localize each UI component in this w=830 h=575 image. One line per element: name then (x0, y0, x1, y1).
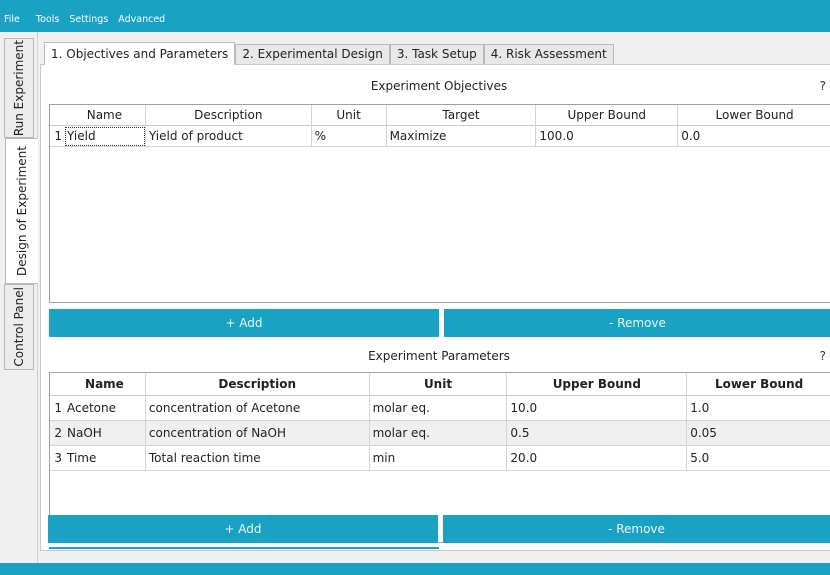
side-tab-control-panel[interactable]: Control Panel (4, 284, 34, 370)
cell-upper-bound[interactable]: 100.0 (536, 126, 679, 147)
table-row[interactable]: 1 Yield Yield of product % Maximize 100.… (50, 126, 830, 147)
cell-unit[interactable]: % (311, 126, 387, 147)
cell-lower-bound[interactable]: 1.0 (687, 396, 830, 421)
menu-tools[interactable]: Tools (36, 14, 59, 25)
cell-description[interactable]: Total reaction time (145, 446, 370, 471)
col-unit[interactable]: Unit (311, 105, 387, 126)
objectives-header-row: Name Description Unit Target Upper Bound… (50, 105, 830, 126)
col-name[interactable]: Name (63, 105, 146, 126)
menu-bar: File Tools Settings Advanced (0, 0, 830, 32)
row-number[interactable]: 3 (50, 446, 64, 471)
cell-upper-bound[interactable]: 0.5 (507, 421, 688, 446)
col-unit[interactable]: Unit (369, 373, 508, 396)
cell-unit[interactable]: molar eq. (369, 396, 508, 421)
objectives-help-icon[interactable]: ? (820, 79, 826, 93)
cell-name[interactable]: Time (63, 446, 146, 471)
cell-lower-bound[interactable]: 0.0 (678, 126, 830, 147)
cell-name[interactable]: Yield (63, 126, 146, 147)
table-row[interactable]: 1 Acetone concentration of Acetone molar… (50, 396, 830, 421)
menu-settings[interactable]: Settings (69, 14, 108, 25)
objectives-title: Experiment Objectives (370, 79, 508, 93)
cell-unit[interactable]: min (369, 446, 508, 471)
side-tab-label: Run Experiment (12, 39, 26, 137)
status-bar (0, 563, 830, 575)
tab-page: Experiment Objectives ? Name Description… (40, 64, 830, 551)
parameters-remove-button[interactable]: - Remove (443, 515, 830, 543)
cell-name[interactable]: Acetone (63, 396, 146, 421)
side-tab-run-experiment[interactable]: Run Experiment (4, 38, 34, 138)
menu-advanced[interactable]: Advanced (118, 14, 165, 25)
col-upper-bound[interactable]: Upper Bound (507, 373, 688, 396)
cell-lower-bound[interactable]: 5.0 (687, 446, 830, 471)
side-tab-label: Control Panel (12, 287, 26, 367)
side-tab-design-of-experiment[interactable]: Design of Experiment (5, 138, 38, 284)
tab-experimental-design[interactable]: 2. Experimental Design (235, 44, 390, 64)
spacer (49, 547, 439, 549)
col-name[interactable]: Name (63, 373, 146, 396)
col-lower-bound[interactable]: Lower Bound (687, 373, 830, 396)
side-tab-label: Design of Experiment (14, 146, 29, 276)
table-row[interactable]: 3 Time Total reaction time min 20.0 5.0 (50, 446, 830, 471)
cell-description[interactable]: concentration of Acetone (145, 396, 370, 421)
row-number[interactable]: 1 (50, 396, 64, 421)
col-target[interactable]: Target (386, 105, 537, 126)
menu-file[interactable]: File (4, 14, 20, 25)
parameters-title: Experiment Parameters (368, 349, 510, 363)
col-description[interactable]: Description (145, 105, 312, 126)
col-upper-bound[interactable]: Upper Bound (536, 105, 679, 126)
side-tab-bar: Run Experiment Design of Experiment Cont… (0, 32, 38, 563)
row-number[interactable]: 2 (50, 421, 64, 446)
col-description[interactable]: Description (145, 373, 370, 396)
tab-objectives-and-parameters[interactable]: 1. Objectives and Parameters (44, 42, 236, 65)
table-row-selected[interactable]: 2 NaOH concentration of NaOH molar eq. 0… (50, 421, 830, 446)
top-tab-bar: 1. Objectives and Parameters 2. Experime… (44, 42, 614, 65)
cell-unit[interactable]: molar eq. (369, 421, 508, 446)
parameters-help-icon[interactable]: ? (820, 349, 826, 363)
objectives-add-button[interactable]: + Add (49, 309, 439, 337)
tab-task-setup[interactable]: 3. Task Setup (389, 44, 484, 64)
row-number[interactable]: 1 (50, 126, 64, 147)
cell-target[interactable]: Maximize (386, 126, 537, 147)
cell-description[interactable]: Yield of product (145, 126, 312, 147)
objectives-table[interactable]: Name Description Unit Target Upper Bound… (49, 104, 830, 303)
cell-name[interactable]: NaOH (63, 421, 146, 446)
cell-description[interactable]: concentration of NaOH (145, 421, 370, 446)
objectives-remove-button[interactable]: - Remove (444, 309, 830, 337)
tab-risk-assessment[interactable]: 4. Risk Assessment (483, 44, 614, 64)
main-panel: 1. Objectives and Parameters 2. Experime… (38, 32, 830, 551)
parameters-header-row: Name Description Unit Upper Bound Lower … (50, 373, 830, 396)
cell-upper-bound[interactable]: 10.0 (507, 396, 688, 421)
parameters-add-button[interactable]: + Add (48, 515, 438, 543)
cell-lower-bound[interactable]: 0.05 (687, 421, 830, 446)
cell-upper-bound[interactable]: 20.0 (507, 446, 688, 471)
col-lower-bound[interactable]: Lower Bound (678, 105, 830, 126)
